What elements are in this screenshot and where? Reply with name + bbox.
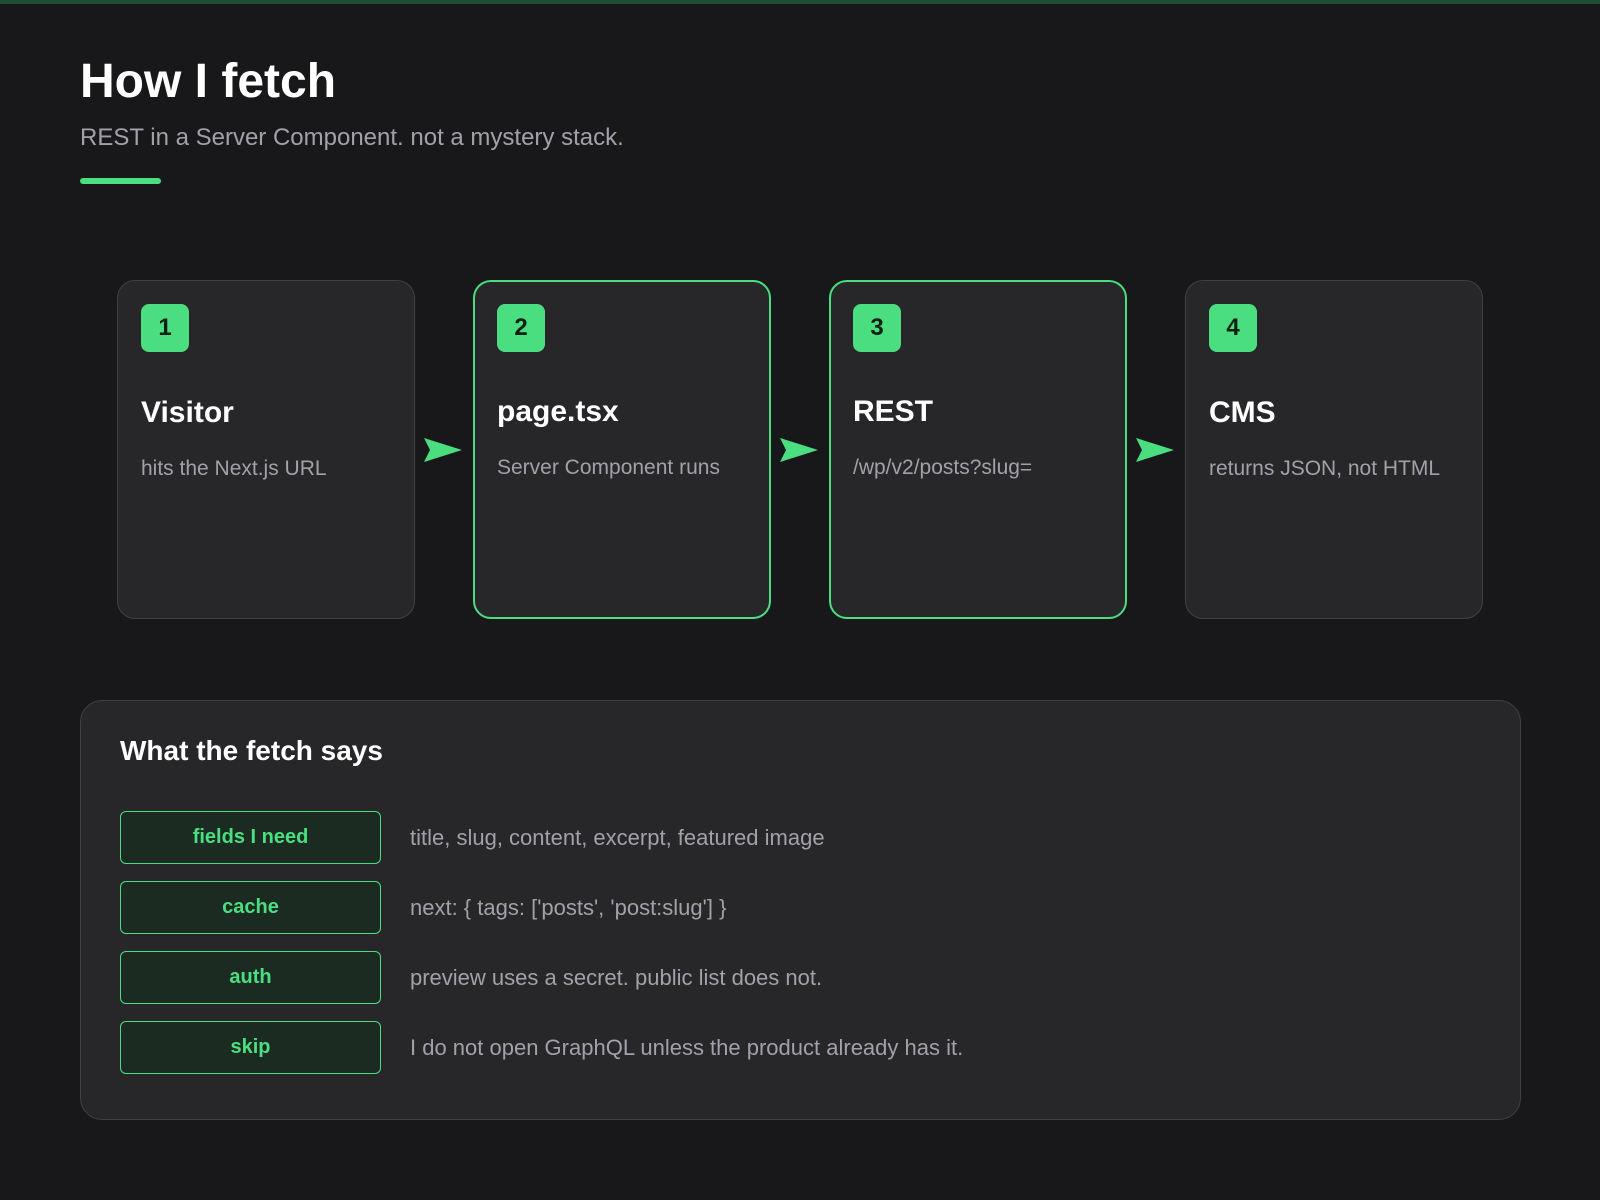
step-description: hits the Next.js URL (141, 457, 327, 480)
page-subtitle: REST in a Server Component. not a myster… (80, 124, 624, 151)
step-title: CMS (1209, 396, 1276, 429)
step-number-badge: 4 (1209, 304, 1257, 352)
title-accent-underline (80, 178, 161, 184)
step-title: page.tsx (497, 395, 619, 428)
flow-arrow-icon (1136, 438, 1174, 462)
fetch-key-tag: skip (120, 1021, 381, 1074)
fetch-key-tag: cache (120, 881, 381, 934)
panel-title: What the fetch says (120, 735, 383, 766)
fetch-key-tag: fields I need (120, 811, 381, 864)
fetch-row-cache: cache next: { tags: ['posts', 'post:slug… (120, 881, 1480, 934)
fetch-value-text: preview uses a secret. public list does … (410, 965, 823, 990)
fetch-value-text: next: { tags: ['posts', 'post:slug'] } (410, 895, 727, 920)
step-card-cms: 4 CMS returns JSON, not HTML (1185, 280, 1483, 619)
step-card-page-tsx: 2 page.tsx Server Component runs (473, 280, 771, 619)
step-card-visitor: 1 Visitor hits the Next.js URL (117, 280, 415, 619)
step-number-badge: 1 (141, 304, 189, 352)
fetch-details-panel: What the fetch says fields I need title,… (80, 700, 1521, 1120)
step-description: returns JSON, not HTML (1209, 457, 1441, 480)
step-title: REST (853, 395, 934, 428)
page-title: How I fetch (80, 55, 337, 108)
flow-arrow-icon (424, 438, 462, 462)
step-title: Visitor (141, 396, 234, 429)
fetch-row-skip: skip I do not open GraphQL unless the pr… (120, 1021, 1480, 1074)
top-accent-bar (0, 0, 1600, 4)
flow-arrow-icon (780, 438, 818, 462)
step-description: /wp/v2/posts?slug= (853, 456, 1033, 479)
step-card-rest: 3 REST /wp/v2/posts?slug= (829, 280, 1127, 619)
fetch-key-tag: auth (120, 951, 381, 1004)
fetch-value-text: title, slug, content, excerpt, featured … (410, 825, 825, 850)
fetch-row-fields: fields I need title, slug, content, exce… (120, 811, 1480, 864)
fetch-row-auth: auth preview uses a secret. public list … (120, 951, 1480, 1004)
step-number-badge: 2 (497, 304, 545, 352)
fetch-value-text: I do not open GraphQL unless the product… (410, 1035, 964, 1060)
step-number-badge: 3 (853, 304, 901, 352)
step-description: Server Component runs (497, 456, 720, 479)
